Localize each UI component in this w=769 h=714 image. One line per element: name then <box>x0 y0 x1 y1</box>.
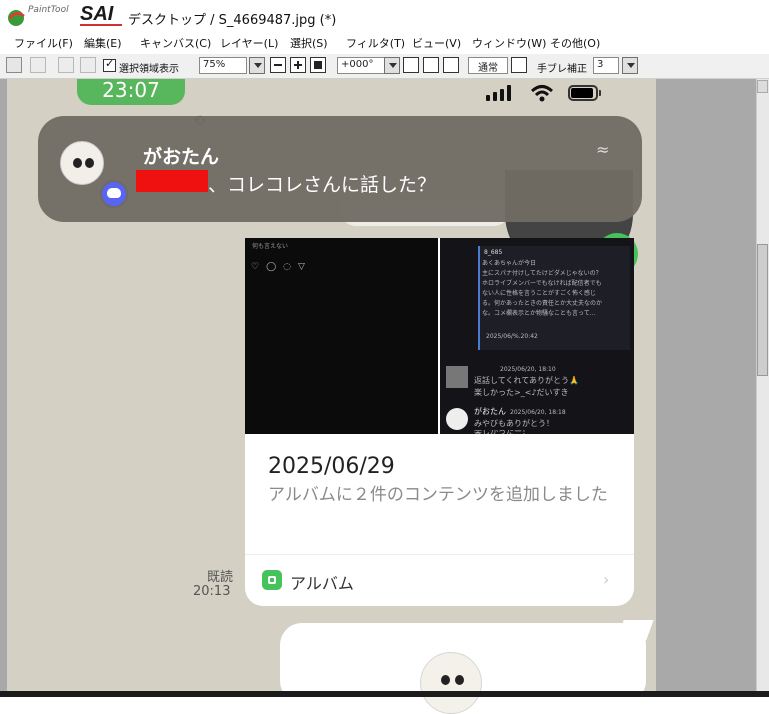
vertical-scrollbar[interactable] <box>756 79 769 691</box>
scroll-thumb[interactable] <box>757 244 768 376</box>
invert-selection-icon[interactable] <box>80 57 96 73</box>
reply-name: がおたん <box>474 407 506 416</box>
menu-edit[interactable]: 編集(E) <box>84 35 122 51</box>
reply-line: 楽しかったー！ <box>474 430 530 434</box>
menu-select[interactable]: 選択(S) <box>290 35 328 51</box>
redo-icon[interactable] <box>30 57 46 73</box>
clock-pill: 23:07 <box>77 79 185 105</box>
rotation-reset-icon[interactable] <box>443 57 459 73</box>
zoom-dropdown-icon[interactable] <box>249 57 265 74</box>
message-time: 20:13 <box>193 584 231 599</box>
stabilizer-label: 手ブレ補正 <box>537 64 587 75</box>
sticker-image <box>420 652 482 714</box>
notification-banner[interactable] <box>38 116 642 222</box>
scroll-up-icon[interactable] <box>757 80 768 93</box>
reply-line: みやびもありがとう！ <box>474 419 554 428</box>
notification-sender: がおたん <box>143 146 220 168</box>
zoom-field[interactable]: 75% <box>199 57 247 74</box>
tweet-date: 2025/06/%.20:42 <box>486 333 538 340</box>
menu-filter[interactable]: フィルタ(T) <box>346 35 405 51</box>
signal-icon <box>486 95 490 101</box>
rotate-left-icon[interactable] <box>403 57 419 73</box>
rotate-right-icon[interactable] <box>423 57 439 73</box>
reply-avatar <box>446 366 468 388</box>
reply-date: 2025/06/20, 18:10 <box>500 366 556 373</box>
album-link[interactable]: アルバム <box>290 570 354 594</box>
tweet-actions-icon: ♡◯◌▽ <box>251 262 312 272</box>
menu-other[interactable]: その他(O) <box>550 35 600 51</box>
tweet-line: 主にスパナ付けしてたけどダメじゃないの？ <box>482 270 602 277</box>
zoom-in-icon[interactable] <box>290 57 306 73</box>
read-receipt: 既読 <box>207 570 234 585</box>
rotation-dropdown-icon[interactable] <box>384 57 400 74</box>
logo-small-text: PaintTool <box>28 5 69 15</box>
tweet-line: あくあちゃんが今日 <box>482 260 537 267</box>
menu-view[interactable]: ビュー(V) <box>412 35 461 51</box>
flip-icon[interactable] <box>511 57 527 73</box>
menu-canvas[interactable]: キャンバス(C) <box>140 35 211 51</box>
blend-mode-field[interactable]: 通常 <box>468 57 508 74</box>
undo-icon[interactable] <box>6 57 22 73</box>
tweet-line: ホロライブメンバーでもなければ配信者でも <box>482 280 602 287</box>
menu-window[interactable]: ウィンドウ(W) <box>472 35 546 51</box>
notification-message: 、コレコレさんに話した？ <box>208 174 437 196</box>
sender-avatar <box>60 141 104 185</box>
selection-display-label: 選択領域表示 <box>119 64 179 75</box>
divider <box>245 554 634 555</box>
tweet-line: る。何かあったときの責任とか大丈夫なのか <box>482 300 603 307</box>
reply-line: 楽しかった>_<♪だいすき <box>474 388 569 397</box>
menu-layer[interactable]: レイヤー(L) <box>220 35 278 51</box>
tweet-user: 8_685 <box>484 249 503 256</box>
selection-display-checkbox[interactable]: ✓ <box>103 57 116 72</box>
chevron-right-icon: › <box>603 570 610 589</box>
redaction-mark <box>136 170 208 192</box>
notification-wifi-icon: ≈ <box>596 140 610 159</box>
logo-underline <box>80 24 122 26</box>
reply-avatar <box>446 408 468 430</box>
stabilizer-field[interactable]: 3 <box>593 57 619 74</box>
deselect-icon[interactable] <box>58 57 74 73</box>
reply-line: 返話してくれてありがとう🙏 <box>474 376 579 385</box>
window-title: デスクトップ / S_4669487.jpg (*) <box>128 13 337 28</box>
logo-main-text: SAI <box>80 3 114 25</box>
tweet-line: な。コメ欄表示とか物騒なことも言って… <box>482 310 596 317</box>
menu-file[interactable]: ファイル(F) <box>14 35 73 51</box>
sai-logo-icon <box>8 10 25 26</box>
album-description: アルバムに２件のコンテンツを追加しました <box>268 485 608 505</box>
zoom-out-icon[interactable] <box>270 57 286 73</box>
checkmark-icon: ✓ <box>105 57 115 70</box>
wifi-icon <box>530 85 554 102</box>
album-date: 2025/06/29 <box>268 454 395 479</box>
photo-caption: 何も言えない <box>252 243 289 250</box>
title-bar <box>0 0 769 32</box>
tweet-line: ない人に性格を言うことがすごく怖く感じ <box>482 290 597 297</box>
taskbar-strip <box>0 691 769 697</box>
stabilizer-dropdown-icon[interactable] <box>622 57 638 74</box>
zoom-reset-icon[interactable] <box>310 57 326 73</box>
reply-date: 2025/06/20, 18:18 <box>510 409 566 416</box>
